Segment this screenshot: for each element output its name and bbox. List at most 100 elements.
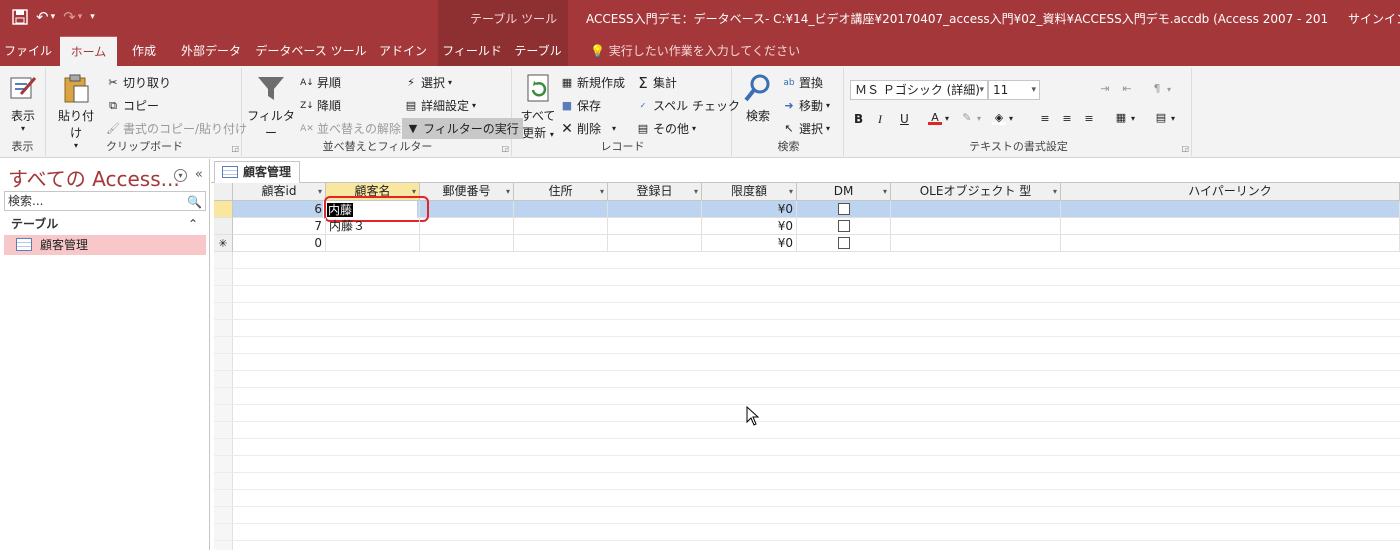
nav-category-tables[interactable]: テーブル ⌃: [4, 215, 206, 233]
cell-zip[interactable]: [420, 235, 514, 252]
nav-search-input[interactable]: 検索... 🔍: [4, 191, 206, 211]
underline-button[interactable]: U: [900, 112, 909, 126]
format-painter-button[interactable]: 🖌 書式のコピー/貼り付け: [106, 120, 247, 137]
align-center-button[interactable]: ≡: [1060, 112, 1074, 126]
sort-ascending-button[interactable]: A↓ 昇順: [300, 74, 341, 91]
cell-zip[interactable]: [420, 201, 514, 218]
decrease-indent-button[interactable]: ⇤: [1120, 82, 1134, 96]
chevron-down-icon[interactable]: ▾: [1053, 183, 1057, 200]
cell-hyperlink[interactable]: [1061, 201, 1400, 218]
highlight-button[interactable]: ✎ ▾: [960, 111, 981, 125]
cell-hyperlink[interactable]: [1061, 218, 1400, 235]
cell-address[interactable]: [514, 218, 608, 235]
nav-item-customer-table[interactable]: 顧客管理: [4, 235, 206, 255]
select-all-corner[interactable]: [214, 183, 233, 201]
cell-address[interactable]: [514, 235, 608, 252]
nav-pane-title[interactable]: すべての Access...: [8, 163, 180, 192]
chevron-down-icon[interactable]: ▾: [694, 183, 698, 200]
tab-addins[interactable]: アドイン: [372, 36, 434, 66]
increase-indent-button[interactable]: ⇥: [1098, 82, 1112, 96]
column-header-zip[interactable]: 郵便番号 ▾: [420, 183, 514, 201]
new-record-button[interactable]: ▦ 新規作成: [560, 74, 625, 91]
chevron-down-icon[interactable]: ▾: [883, 183, 887, 200]
view-button[interactable]: 表示 ▾: [4, 72, 42, 133]
cell-zip[interactable]: [420, 218, 514, 235]
cell-customer-name[interactable]: 内藤３: [326, 218, 420, 235]
advanced-filter-button[interactable]: ▤ 詳細設定 ▾: [404, 97, 476, 114]
search-icon[interactable]: 🔍: [187, 193, 202, 211]
column-header-ole[interactable]: OLEオブジェクト 型 ▾: [891, 183, 1061, 201]
sort-descending-button[interactable]: Z↓ 降順: [300, 97, 341, 114]
refresh-all-button[interactable]: すべて 更新 ▾: [518, 72, 558, 141]
filter-button[interactable]: フィルター: [246, 72, 296, 141]
tab-create[interactable]: 作成: [120, 36, 168, 66]
select-button[interactable]: ↖ 選択 ▾: [782, 120, 830, 137]
column-header-dm[interactable]: DM ▾: [797, 183, 891, 201]
record-selector[interactable]: [214, 218, 233, 235]
tab-table[interactable]: テーブル: [508, 36, 568, 66]
dm-checkbox[interactable]: [837, 219, 850, 232]
cell-registered-date[interactable]: [608, 218, 702, 235]
cell-customer-id[interactable]: 0: [233, 235, 326, 252]
cell-limit[interactable]: ¥0: [702, 201, 797, 218]
chevron-down-icon[interactable]: ▾: [318, 183, 322, 200]
tab-database-tools[interactable]: データベース ツール: [254, 36, 368, 66]
cell-limit[interactable]: ¥0: [702, 235, 797, 252]
dm-checkbox[interactable]: [837, 202, 850, 215]
save-record-button[interactable]: ■ 保存: [560, 97, 601, 114]
cell-limit[interactable]: ¥0: [702, 218, 797, 235]
bold-button[interactable]: B: [854, 112, 863, 126]
tab-external-data[interactable]: 外部データ: [172, 36, 250, 66]
chevron-down-icon[interactable]: ▾: [600, 183, 604, 200]
delete-record-button[interactable]: ✕ 削除 ▾: [560, 120, 616, 137]
cut-button[interactable]: ✂ 切り取り: [106, 74, 171, 91]
cell-dm[interactable]: [797, 235, 891, 252]
cell-ole[interactable]: [891, 218, 1061, 235]
remove-sort-button[interactable]: A✕ 並べ替えの解除: [300, 120, 401, 137]
tab-fields[interactable]: フィールド: [440, 36, 504, 66]
column-header-customer-id[interactable]: 顧客id ▾: [233, 183, 326, 201]
selection-filter-button[interactable]: ⚡ 選択 ▾: [404, 74, 452, 91]
align-left-button[interactable]: ≡: [1038, 112, 1052, 126]
cell-dm[interactable]: [797, 201, 891, 218]
dialog-launcher-icon[interactable]: ◲: [231, 144, 239, 153]
cell-customer-name[interactable]: [326, 235, 420, 252]
column-header-limit[interactable]: 限度額 ▾: [702, 183, 797, 201]
collapse-pane-icon[interactable]: «: [195, 167, 203, 182]
sign-in-link[interactable]: サインイン: [1348, 10, 1400, 27]
undo-dropdown-icon[interactable]: ▾: [51, 8, 56, 26]
more-button[interactable]: ▤ その他 ▾: [636, 120, 696, 137]
font-color-button[interactable]: A ▾: [928, 111, 949, 125]
chevron-up-double-icon[interactable]: ⌃: [188, 215, 198, 233]
record-selector[interactable]: [214, 201, 233, 218]
redo-icon[interactable]: ↷: [63, 8, 76, 26]
font-size-combo[interactable]: 11 ▾: [988, 80, 1040, 100]
replace-button[interactable]: ab 置換: [782, 74, 823, 91]
gridlines-button[interactable]: ▦ ▾: [1114, 111, 1135, 125]
save-icon[interactable]: [12, 9, 28, 25]
toggle-filter-button[interactable]: ▼ フィルターの実行: [402, 118, 523, 139]
chevron-down-icon[interactable]: ▾: [789, 183, 793, 200]
tab-home[interactable]: ホーム: [60, 36, 117, 66]
undo-icon[interactable]: ↶: [36, 8, 49, 26]
cell-dm[interactable]: [797, 218, 891, 235]
cell-address[interactable]: [514, 201, 608, 218]
chevron-down-icon[interactable]: ▾: [506, 183, 510, 200]
find-button[interactable]: 検索: [738, 72, 778, 124]
cell-customer-id[interactable]: 6: [233, 201, 326, 218]
tab-file[interactable]: ファイル: [0, 36, 56, 66]
totals-button[interactable]: Σ 集計: [636, 74, 677, 91]
dialog-launcher-icon[interactable]: ◲: [501, 144, 509, 153]
new-record-selector[interactable]: ✳: [214, 235, 233, 252]
redo-dropdown-icon[interactable]: ▾: [78, 8, 83, 26]
alt-row-color-button[interactable]: ▤ ▾: [1154, 111, 1175, 125]
fill-color-button[interactable]: ◈ ▾: [992, 111, 1013, 125]
goto-button[interactable]: ➜ 移動 ▾: [782, 97, 830, 114]
cell-registered-date[interactable]: [608, 201, 702, 218]
cell-ole[interactable]: [891, 201, 1061, 218]
paragraph-direction-button[interactable]: ¶ ▾: [1150, 82, 1172, 96]
italic-button[interactable]: I: [878, 112, 882, 127]
column-header-registered-date[interactable]: 登録日 ▾: [608, 183, 702, 201]
dialog-launcher-icon[interactable]: ◲: [1181, 144, 1189, 153]
cell-ole[interactable]: [891, 235, 1061, 252]
